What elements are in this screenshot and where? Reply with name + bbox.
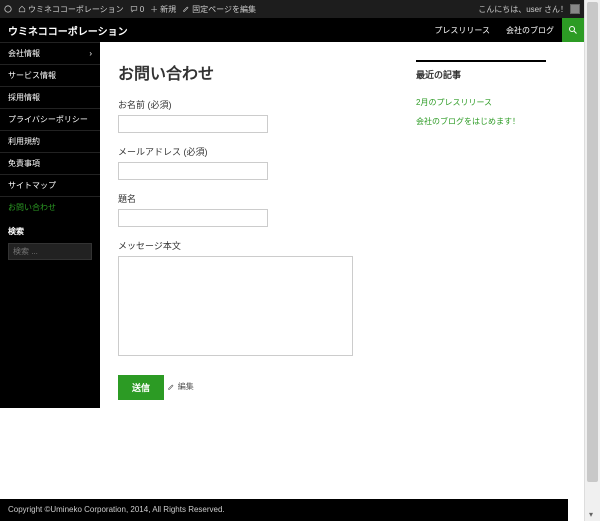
message-textarea[interactable] [118, 256, 353, 356]
adminbar-new[interactable]: ＋ 新規 [150, 4, 176, 15]
name-input[interactable] [118, 115, 268, 133]
sidebar-search-title: 検索 [0, 218, 100, 241]
email-input[interactable] [118, 162, 268, 180]
recent-posts-title: 最近の記事 [416, 60, 546, 85]
sidebar-item-service-info[interactable]: サービス情報 [0, 64, 100, 86]
top-nav: プレスリリース 会社のブログ [426, 18, 584, 42]
message-label: メッセージ本文 [118, 239, 398, 252]
aside-recent: 最近の記事 2月のプレスリリース 会社のブログをはじめます！ [416, 60, 546, 400]
subject-label: 題名 [118, 192, 398, 205]
pencil-icon [167, 383, 175, 391]
search-icon [568, 25, 578, 35]
adminbar-user-greeting[interactable]: こんにちは、user さん！ [478, 4, 580, 15]
subject-input[interactable] [118, 209, 268, 227]
name-label: お名前 (必須) [118, 98, 398, 111]
site-header: ウミネココーポレーション プレスリリース 会社のブログ [0, 18, 584, 42]
sidebar-item-privacy[interactable]: プライバシーポリシー [0, 108, 100, 130]
recent-post-link[interactable]: 会社のブログをはじめます！ [416, 117, 520, 126]
submit-button[interactable]: 送信 [118, 375, 164, 400]
page-title: お問い合わせ [118, 60, 398, 84]
sidebar-search-input[interactable] [8, 243, 92, 260]
site-title[interactable]: ウミネココーポレーション [8, 23, 128, 38]
sidebar-item-terms[interactable]: 利用規約 [0, 130, 100, 152]
wp-logo[interactable] [4, 5, 12, 13]
site-footer: Copyright ©Umineko Corporation, 2014, Al… [0, 499, 568, 521]
wp-admin-bar: ウミネココーポレーション 0 ＋ 新規 固定ページを編集 こんにちは、user … [0, 0, 584, 18]
header-search-button[interactable] [562, 18, 584, 42]
sidebar-item-sitemap[interactable]: サイトマップ [0, 174, 100, 196]
vertical-scrollbar[interactable]: ▾ [584, 0, 600, 521]
nav-company-blog[interactable]: 会社のブログ [498, 25, 562, 36]
avatar [570, 4, 580, 14]
sidebar: 会社情報 サービス情報 採用情報 プライバシーポリシー 利用規約 免責事項 サイ… [0, 42, 100, 408]
sidebar-item-contact[interactable]: お問い合わせ [0, 196, 100, 218]
recent-post-link[interactable]: 2月のプレスリリース [416, 98, 492, 107]
main-content: お問い合わせ お名前 (必須) メールアドレス (必須) 題名 メッセ [118, 60, 398, 400]
nav-press-release[interactable]: プレスリリース [426, 25, 498, 36]
footer-copyright: Copyright ©Umineko Corporation, 2014, Al… [8, 505, 225, 514]
edit-page-link[interactable]: 編集 [167, 381, 194, 392]
adminbar-site-home[interactable]: ウミネココーポレーション [18, 4, 124, 15]
adminbar-comments[interactable]: 0 [130, 5, 144, 14]
sidebar-item-company-info[interactable]: 会社情報 [0, 42, 100, 64]
plus-icon: ＋ [150, 4, 158, 15]
recent-post-item: 2月のプレスリリース [416, 93, 546, 112]
sidebar-item-recruit[interactable]: 採用情報 [0, 86, 100, 108]
sidebar-menu: 会社情報 サービス情報 採用情報 プライバシーポリシー 利用規約 免責事項 サイ… [0, 42, 100, 218]
adminbar-site-name: ウミネココーポレーション [28, 4, 124, 15]
email-label: メールアドレス (必須) [118, 145, 398, 158]
scroll-down-icon: ▾ [589, 510, 593, 519]
recent-posts-list: 2月のプレスリリース 会社のブログをはじめます！ [416, 93, 546, 131]
recent-post-item: 会社のブログをはじめます！ [416, 112, 546, 131]
sidebar-item-disclaimer[interactable]: 免責事項 [0, 152, 100, 174]
scrollbar-thumb[interactable] [587, 2, 598, 482]
adminbar-edit-page[interactable]: 固定ページを編集 [182, 4, 256, 15]
